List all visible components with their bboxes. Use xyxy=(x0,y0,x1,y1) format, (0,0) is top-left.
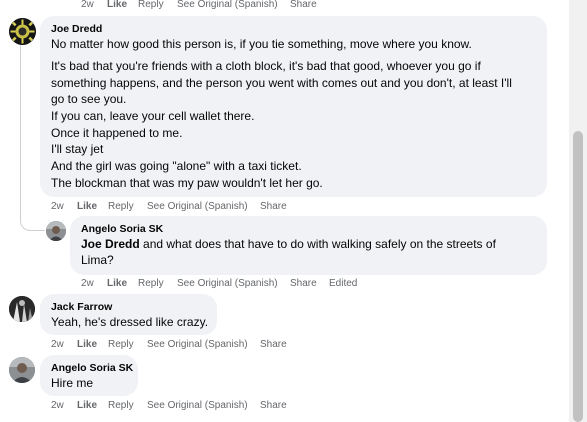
avatar[interactable] xyxy=(9,357,35,383)
comment-author[interactable]: Jack Farrow xyxy=(51,301,112,314)
edited-label: Edited xyxy=(329,278,358,289)
comment-author[interactable]: Angelo Soria SK xyxy=(81,223,163,236)
avatar[interactable] xyxy=(9,296,35,322)
reply-button[interactable]: Reply xyxy=(108,200,134,214)
share-button[interactable]: Share xyxy=(260,399,287,413)
like-button[interactable]: Like xyxy=(107,0,127,12)
reply-button[interactable]: Reply xyxy=(108,338,134,352)
timestamp[interactable]: 2w xyxy=(51,338,64,352)
see-original-button[interactable]: See Original (Spanish) xyxy=(177,277,278,291)
comment-text: and what does that have to do with walki… xyxy=(139,237,496,251)
comment-text-line: And the girl was going "alone" with a ta… xyxy=(51,159,302,173)
avatar-image xyxy=(46,221,66,241)
like-button[interactable]: Like xyxy=(77,338,97,352)
mention-link[interactable]: Joe Dredd xyxy=(81,237,140,251)
like-button[interactable]: Like xyxy=(107,277,127,291)
comment-author[interactable]: Joe Dredd xyxy=(51,23,102,36)
reply-button[interactable]: Reply xyxy=(108,399,134,413)
share-button[interactable]: Share xyxy=(290,277,317,291)
comment-actions-top: 2w Like Reply See Original (Spanish) Sha… xyxy=(81,0,381,12)
comment-text-line: something happens, and the person you we… xyxy=(51,76,512,90)
comment-text-line: Joe Dredd and what does that have to do … xyxy=(81,236,496,253)
scrollbar-thumb[interactable] xyxy=(573,131,583,422)
scrollbar-track[interactable] xyxy=(569,0,587,422)
comment-text-line: It's bad that you're friends with a clot… xyxy=(51,59,481,73)
thread-connector xyxy=(20,44,21,204)
share-button[interactable]: Share xyxy=(290,0,317,12)
see-original-button[interactable]: See Original (Spanish) xyxy=(147,338,248,352)
comment-text-line: go to see you. xyxy=(51,92,127,106)
comment-text-line: Yeah, he's dressed like crazy. xyxy=(51,315,209,329)
comment-actions: 2w Like Reply See Original (Spanish) Sha… xyxy=(51,200,351,214)
comment-text-line: I'll stay jet xyxy=(51,142,104,156)
comment-actions: 2w Like Reply See Original (Spanish) Sha… xyxy=(51,338,351,352)
avatar-image xyxy=(9,296,35,322)
comment-actions: 2w Like Reply See Original (Spanish) Sha… xyxy=(51,399,351,413)
timestamp[interactable]: 2w xyxy=(51,399,64,413)
comment-text-line: Lima? xyxy=(81,253,114,267)
comment-actions: 2w Like Reply See Original (Spanish) Sha… xyxy=(81,277,401,291)
comment-text-line: The blockman that was my paw wouldn't le… xyxy=(51,176,323,190)
avatar-image xyxy=(9,18,36,45)
comment-text-line: If you can, leave your cell wallet there… xyxy=(51,109,255,123)
see-original-button[interactable]: See Original (Spanish) xyxy=(147,200,248,214)
comment-text-line: Once it happened to me. xyxy=(51,126,183,140)
like-button[interactable]: Like xyxy=(77,399,97,413)
avatar-image xyxy=(9,357,35,383)
reply-button[interactable]: Reply xyxy=(138,277,164,291)
see-original-button[interactable]: See Original (Spanish) xyxy=(177,0,278,12)
timestamp[interactable]: 2w xyxy=(81,0,94,12)
avatar[interactable] xyxy=(46,221,66,241)
timestamp[interactable]: 2w xyxy=(51,200,64,214)
share-button[interactable]: Share xyxy=(260,338,287,352)
see-original-button[interactable]: See Original (Spanish) xyxy=(147,399,248,413)
avatar[interactable] xyxy=(9,18,36,45)
share-button[interactable]: Share xyxy=(260,200,287,214)
timestamp[interactable]: 2w xyxy=(81,277,94,291)
comment-author[interactable]: Angelo Soria SK xyxy=(51,362,133,375)
reply-button[interactable]: Reply xyxy=(138,0,164,12)
thread-connector-curve xyxy=(20,204,45,231)
like-button[interactable]: Like xyxy=(77,200,97,214)
comment-text-line: Hire me xyxy=(51,376,94,390)
comment-text-line: No matter how good this person is, if yo… xyxy=(51,37,472,51)
